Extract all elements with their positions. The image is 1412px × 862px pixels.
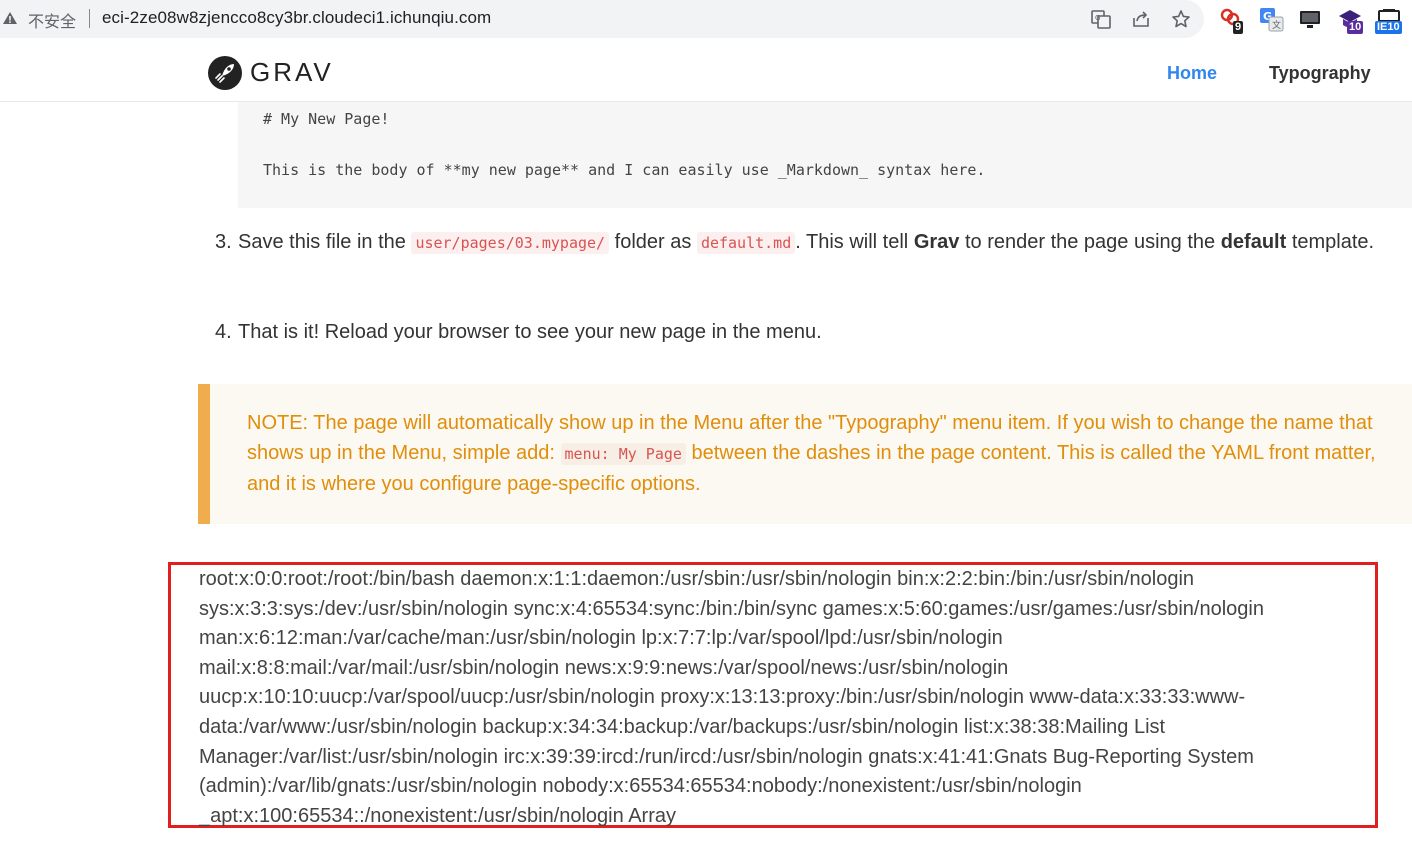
code-block: # My New Page! This is the body of **my … <box>238 102 1412 208</box>
list-item-step-3: Save this file in the user/pages/03.mypa… <box>238 227 1398 258</box>
url-text[interactable]: eci-2ze08w8zjencco8cy3br.cloudeci1.ichun… <box>102 8 491 28</box>
chain-link-extension[interactable]: 9 <box>1218 6 1246 34</box>
inline-code-path: user/pages/03.mypage/ <box>411 232 610 254</box>
monitor-extension[interactable] <box>1297 6 1325 34</box>
inline-code-menu: menu: My Page <box>560 443 686 465</box>
step-text: template. <box>1291 231 1375 253</box>
graduation-cap-extension[interactable]: 10 <box>1337 6 1365 34</box>
svg-text:文: 文 <box>1272 19 1281 31</box>
grav-rocket-logo-icon[interactable] <box>208 56 242 90</box>
ie-tab-extension[interactable]: IE10 <box>1375 6 1403 34</box>
step-text: Save this file in the <box>238 231 406 253</box>
warning-triangle-icon[interactable] <box>2 10 18 26</box>
extension-badge: 10 <box>1347 21 1364 34</box>
step-text: folder as <box>614 231 692 253</box>
step-text: to render the page using the <box>964 231 1216 253</box>
address-bar[interactable]: 不安全 eci-2ze08w8zjencco8cy3br.cloudeci1.i… <box>0 0 1204 38</box>
translate-page-icon[interactable]: G <box>1091 9 1111 29</box>
share-icon[interactable] <box>1131 9 1151 29</box>
site-header: GRAV Home Typography <box>0 40 1412 102</box>
step-text: That is it! Reload your browser to see y… <box>238 321 822 343</box>
list-number: 4. <box>215 321 232 343</box>
bold-text: default <box>1220 231 1287 253</box>
extension-badge: 9 <box>1233 21 1244 34</box>
security-status-label[interactable]: 不安全 <box>28 8 76 32</box>
code-line: This is the body of **my new page** and … <box>263 161 986 179</box>
list-item-step-4: That is it! Reload your browser to see y… <box>238 317 1398 347</box>
site-logo-text[interactable]: GRAV <box>250 57 334 88</box>
address-divider <box>89 9 90 28</box>
translate-icon: G 文 <box>1260 8 1284 32</box>
step-text: . This will tell <box>795 231 909 253</box>
list-number: 3. <box>215 231 232 253</box>
extension-badge: IE10 <box>1375 21 1402 34</box>
inline-code-filename: default.md <box>696 232 796 254</box>
translate-extension[interactable]: G 文 <box>1258 6 1286 34</box>
code-line: # My New Page! <box>263 110 390 128</box>
passwd-file-output: root:x:0:0:root:/root:/bin/bash daemon:x… <box>199 568 1264 827</box>
nav-typography-link[interactable]: Typography <box>1269 63 1371 84</box>
nav-home-link[interactable]: Home <box>1167 63 1217 84</box>
browser-toolbar: 不安全 eci-2ze08w8zjencco8cy3br.cloudeci1.i… <box>0 0 1412 40</box>
note-callout: NOTE: The page will automatically show u… <box>198 384 1412 524</box>
bookmark-star-icon[interactable] <box>1171 9 1191 29</box>
svg-text:G: G <box>1095 14 1100 22</box>
monitor-icon <box>1300 11 1320 28</box>
highlighted-output-box: root:x:0:0:root:/root:/bin/bash daemon:x… <box>168 562 1378 828</box>
note-text: NOTE: The page will automatically show u… <box>247 408 1397 499</box>
bold-text: Grav <box>913 231 960 253</box>
